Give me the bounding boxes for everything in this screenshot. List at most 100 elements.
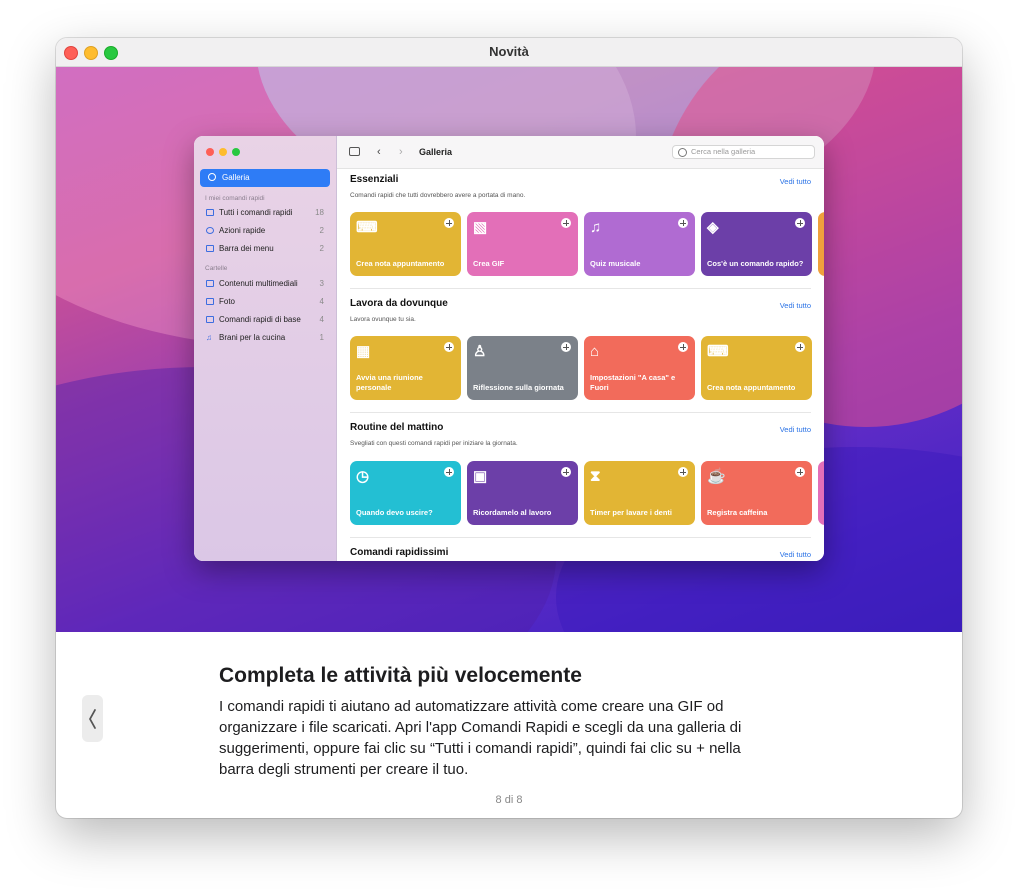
shortcut-card[interactable]: ☕ Registra caffeina — [701, 461, 812, 525]
add-icon[interactable] — [444, 342, 454, 352]
camera-icon — [206, 298, 214, 305]
card-label: Avvia una riunione personale — [356, 373, 423, 392]
layers-icon: ◈ — [707, 219, 719, 236]
sidebar-item-basic-shortcuts[interactable]: Comandi rapidi di base 4 — [206, 315, 324, 324]
sidebar-item-count: 3 — [319, 279, 324, 288]
card-label: Riflessione sulla giornata — [473, 383, 564, 392]
sidebar-item-kitchen-songs[interactable]: ♫ Brani per la cucina 1 — [206, 333, 324, 342]
forward-chevron-icon[interactable]: › — [399, 146, 403, 158]
shortcut-card[interactable]: ▣ Ricordamelo al lavoro — [467, 461, 578, 525]
toolbar-title: Galleria — [419, 147, 453, 157]
menubar-icon — [206, 245, 214, 252]
see-all-link[interactable]: Vedi tutto — [780, 301, 811, 310]
section-divider — [350, 412, 811, 413]
add-icon[interactable] — [444, 467, 454, 477]
window-title: Novità — [489, 44, 529, 59]
page-indicator: 8 di 8 — [495, 794, 523, 806]
previous-page-button[interactable] — [82, 695, 103, 742]
minimize-dot — [219, 148, 227, 156]
zoom-dot — [232, 148, 240, 156]
sidebar-toggle-icon[interactable] — [349, 147, 360, 156]
add-icon[interactable] — [444, 218, 454, 228]
shortcut-card[interactable]: ⧗ Timer per lavare i denti — [584, 461, 695, 525]
cup-icon: ☕ — [707, 468, 726, 485]
sidebar-item-count: 2 — [319, 244, 324, 253]
search-placeholder: Cerca nella galleria — [691, 147, 756, 156]
hero-wallpaper: Galleria I miei comandi rapidi Tutti i c… — [56, 67, 962, 632]
titlebar: Novità — [56, 38, 962, 67]
add-icon[interactable] — [561, 218, 571, 228]
see-all-link[interactable]: Vedi tutto — [780, 550, 811, 559]
calendar-icon: ▦ — [356, 343, 371, 360]
shortcut-card[interactable]: ◈ Cos'è un comando rapido? — [701, 212, 812, 276]
see-all-link[interactable]: Vedi tutto — [780, 425, 811, 434]
back-chevron-icon[interactable]: ‹ — [377, 146, 381, 158]
add-icon[interactable] — [795, 218, 805, 228]
card-label: Crea GIF — [473, 259, 505, 268]
add-icon[interactable] — [795, 467, 805, 477]
hourglass-icon: ⧗ — [590, 468, 601, 485]
add-icon[interactable] — [561, 342, 571, 352]
add-icon[interactable] — [678, 342, 688, 352]
card-label: Timer per lavare i denti — [590, 508, 672, 517]
gallery-icon — [208, 173, 216, 181]
section-title: Lavora da dovunque — [350, 298, 448, 309]
sidebar-item-count: 1 — [319, 333, 324, 342]
chevron-left-icon — [89, 709, 96, 729]
card-label: Impostazioni "A casa" e Fuori — [590, 373, 676, 392]
shortcut-card[interactable]: ♫ Quiz musicale — [584, 212, 695, 276]
media-icon — [206, 280, 214, 287]
walk-icon: ♙ — [473, 343, 487, 360]
sidebar-item-menu-bar[interactable]: Barra dei menu 2 — [206, 244, 324, 253]
search-icon — [678, 148, 687, 157]
add-icon[interactable] — [561, 467, 571, 477]
music-icon: ♫ — [206, 333, 212, 342]
sidebar-item-label: Tutti i comandi rapidi — [219, 208, 293, 217]
add-icon[interactable] — [678, 467, 688, 477]
sidebar-item-media[interactable]: Contenuti multimediali 3 — [206, 279, 324, 288]
briefcase-icon: ▣ — [473, 468, 488, 485]
gallery-main: ‹ › Galleria Cerca nella galleria Essenz… — [337, 136, 824, 561]
shortcut-card[interactable]: ▧ Crea GIF — [467, 212, 578, 276]
sidebar-item-photos[interactable]: Foto 4 — [206, 297, 324, 306]
shortcut-card-partial[interactable] — [818, 461, 824, 525]
shortcut-card-partial[interactable] — [818, 212, 824, 276]
photos-icon: ▧ — [473, 219, 488, 236]
sidebar-item-all-shortcuts[interactable]: Tutti i comandi rapidi 18 — [206, 208, 324, 217]
sidebar-item-label: Foto — [219, 297, 236, 306]
card-label: Ricordamelo al lavoro — [473, 508, 552, 517]
section-subtitle: Lavora ovunque tu sia. — [350, 316, 416, 323]
card-label: Cos'è un comando rapido? — [707, 259, 804, 268]
shortcut-card[interactable]: ⌨ Crea nota appuntamento — [701, 336, 812, 400]
folder-icon — [206, 316, 214, 323]
card-label: Quiz musicale — [590, 259, 641, 268]
section-divider — [350, 288, 811, 289]
add-icon[interactable] — [678, 218, 688, 228]
card-label: Registra caffeina — [707, 508, 768, 517]
section-subtitle: Svegliati con questi comandi rapidi per … — [350, 440, 518, 447]
shortcut-card[interactable]: ⌨ Crea nota appuntamento — [350, 212, 461, 276]
music-list-icon: ♫ — [590, 219, 602, 236]
shortcuts-gallery-screenshot: Galleria I miei comandi rapidi Tutti i c… — [194, 136, 824, 561]
add-icon[interactable] — [795, 342, 805, 352]
sidebar-item-count: 18 — [315, 208, 324, 217]
sidebar: Galleria I miei comandi rapidi Tutti i c… — [194, 136, 337, 561]
sidebar-item-count: 4 — [319, 297, 324, 306]
keyboard-icon: ⌨ — [356, 219, 378, 236]
sidebar-item-galleria[interactable]: Galleria — [200, 169, 330, 187]
shortcut-card[interactable]: ▦ Avvia una riunione personale — [350, 336, 461, 400]
sidebar-item-quick-actions[interactable]: Azioni rapide 2 — [206, 226, 324, 235]
shortcut-card[interactable]: ⌂ Impostazioni "A casa" e Fuori — [584, 336, 695, 400]
search-field[interactable]: Cerca nella galleria — [672, 145, 815, 159]
page-description: I comandi rapidi ti aiutano ad automatiz… — [219, 698, 742, 778]
sidebar-item-count: 2 — [319, 226, 324, 235]
card-label: Quando devo uscire? — [356, 508, 433, 517]
card-label: Crea nota appuntamento — [707, 383, 796, 392]
shortcut-card[interactable]: ◷ Quando devo uscire? — [350, 461, 461, 525]
toolbar: ‹ › Galleria Cerca nella galleria — [337, 136, 824, 169]
sidebar-item-label: Barra dei menu — [219, 244, 274, 253]
sidebar-item-label: Galleria — [222, 173, 250, 182]
see-all-link[interactable]: Vedi tutto — [780, 177, 811, 186]
section-title: Essenziali — [350, 174, 399, 185]
shortcut-card[interactable]: ♙ Riflessione sulla giornata — [467, 336, 578, 400]
